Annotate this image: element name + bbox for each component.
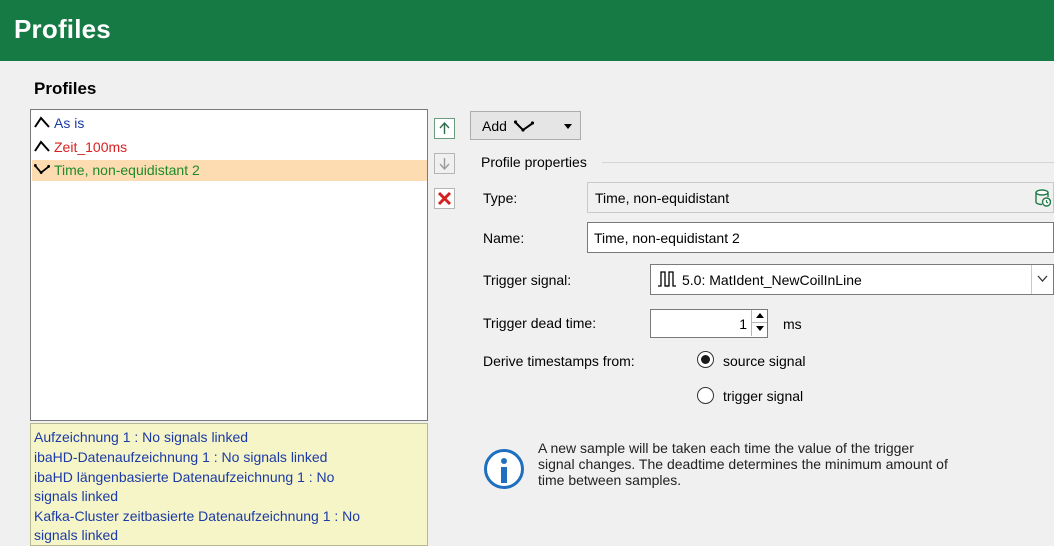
profile-item-label: As is — [54, 115, 85, 131]
radio-source-signal-label[interactable]: source signal — [723, 353, 806, 369]
info-text-line: time between samples. — [538, 472, 682, 488]
radio-trigger-signal-label[interactable]: trigger signal — [723, 388, 803, 404]
database-clock-icon — [1035, 189, 1051, 207]
info-text-line: A new sample will be taken each time the… — [538, 440, 914, 456]
name-label: Name: — [483, 230, 525, 246]
section-title: Profiles — [34, 79, 97, 98]
recording-line: signals linked — [34, 527, 119, 543]
type-value: Time, non-equidistant — [595, 190, 730, 206]
delete-button[interactable] — [434, 188, 455, 209]
type-field: Time, non-equidistant — [587, 182, 1054, 213]
spin-up-button[interactable] — [751, 310, 767, 323]
recording-line: Kafka-Cluster zeitbasierte Datenaufzeich… — [34, 508, 361, 524]
recordings-info-box: Aufzeichnung 1 : No signals linked ibaHD… — [30, 423, 428, 546]
info-icon — [484, 449, 524, 489]
group-divider — [602, 162, 1054, 163]
profile-properties-group-label: Profile properties — [481, 154, 587, 170]
spin-down-button[interactable] — [751, 323, 767, 336]
arrow-down-icon — [439, 158, 450, 171]
trigger-signal-value: 5.0: MatIdent_NewCoilInLine — [682, 272, 862, 288]
radio-source-signal[interactable] — [697, 351, 714, 368]
trigger-dead-time-spinner[interactable] — [650, 309, 768, 338]
window-title: Profiles — [14, 14, 111, 44]
recording-line: ibaHD längenbasierte Datenaufzeichnung 1… — [34, 469, 335, 485]
type-label: Type: — [483, 190, 518, 206]
digital-signal-icon — [658, 271, 676, 287]
chevron-down-icon — [1037, 275, 1048, 282]
profile-list[interactable]: As is Zeit_100ms Time, non-equidistant 2 — [30, 109, 428, 421]
name-input[interactable] — [594, 228, 1044, 247]
info-icon-bar — [501, 467, 507, 483]
title-bar: Profiles — [0, 0, 1054, 61]
derive-timestamps-label: Derive timestamps from: — [483, 353, 635, 369]
info-text-line: signal changes. The deadtime determines … — [538, 456, 948, 472]
name-field[interactable] — [587, 222, 1054, 253]
triangle-down-icon — [756, 326, 764, 331]
recording-line: ibaHD-Datenaufzeichnung 1 : No signals l… — [34, 449, 328, 465]
radio-trigger-signal[interactable] — [697, 387, 714, 404]
profile-curve-icon — [34, 140, 50, 152]
info-icon-dot — [501, 458, 507, 464]
profile-item-as-is[interactable]: As is — [32, 113, 427, 134]
trigger-dead-time-label: Trigger dead time: — [483, 315, 597, 331]
profile-nonequidistant-icon — [34, 164, 50, 174]
profile-nonequidistant-icon — [514, 120, 534, 132]
profile-item-time-non-equidistant-2[interactable]: Time, non-equidistant 2 — [32, 160, 427, 181]
trigger-signal-label: Trigger signal: — [483, 272, 572, 288]
move-down-button[interactable] — [434, 153, 455, 174]
trigger-signal-dropdown[interactable]: 5.0: MatIdent_NewCoilInLine — [650, 264, 1054, 295]
profile-item-label: Zeit_100ms — [54, 139, 128, 155]
profile-item-zeit-100ms[interactable]: Zeit_100ms — [32, 137, 427, 158]
add-profile-button[interactable]: Add — [470, 111, 581, 140]
trigger-dead-time-input[interactable] — [655, 314, 747, 333]
arrow-up-icon — [439, 121, 450, 134]
dropdown-button[interactable] — [1031, 265, 1053, 294]
profile-curve-icon — [34, 116, 50, 128]
recording-line: signals linked — [34, 488, 119, 504]
profile-item-label: Time, non-equidistant 2 — [54, 162, 200, 178]
add-button-label: Add — [482, 118, 507, 134]
delete-x-icon — [437, 191, 452, 206]
trigger-dead-time-unit: ms — [783, 316, 802, 332]
recording-line: Aufzeichnung 1 : No signals linked — [34, 429, 249, 445]
triangle-up-icon — [756, 313, 764, 318]
move-up-button[interactable] — [434, 118, 455, 139]
chevron-down-icon — [564, 124, 572, 129]
